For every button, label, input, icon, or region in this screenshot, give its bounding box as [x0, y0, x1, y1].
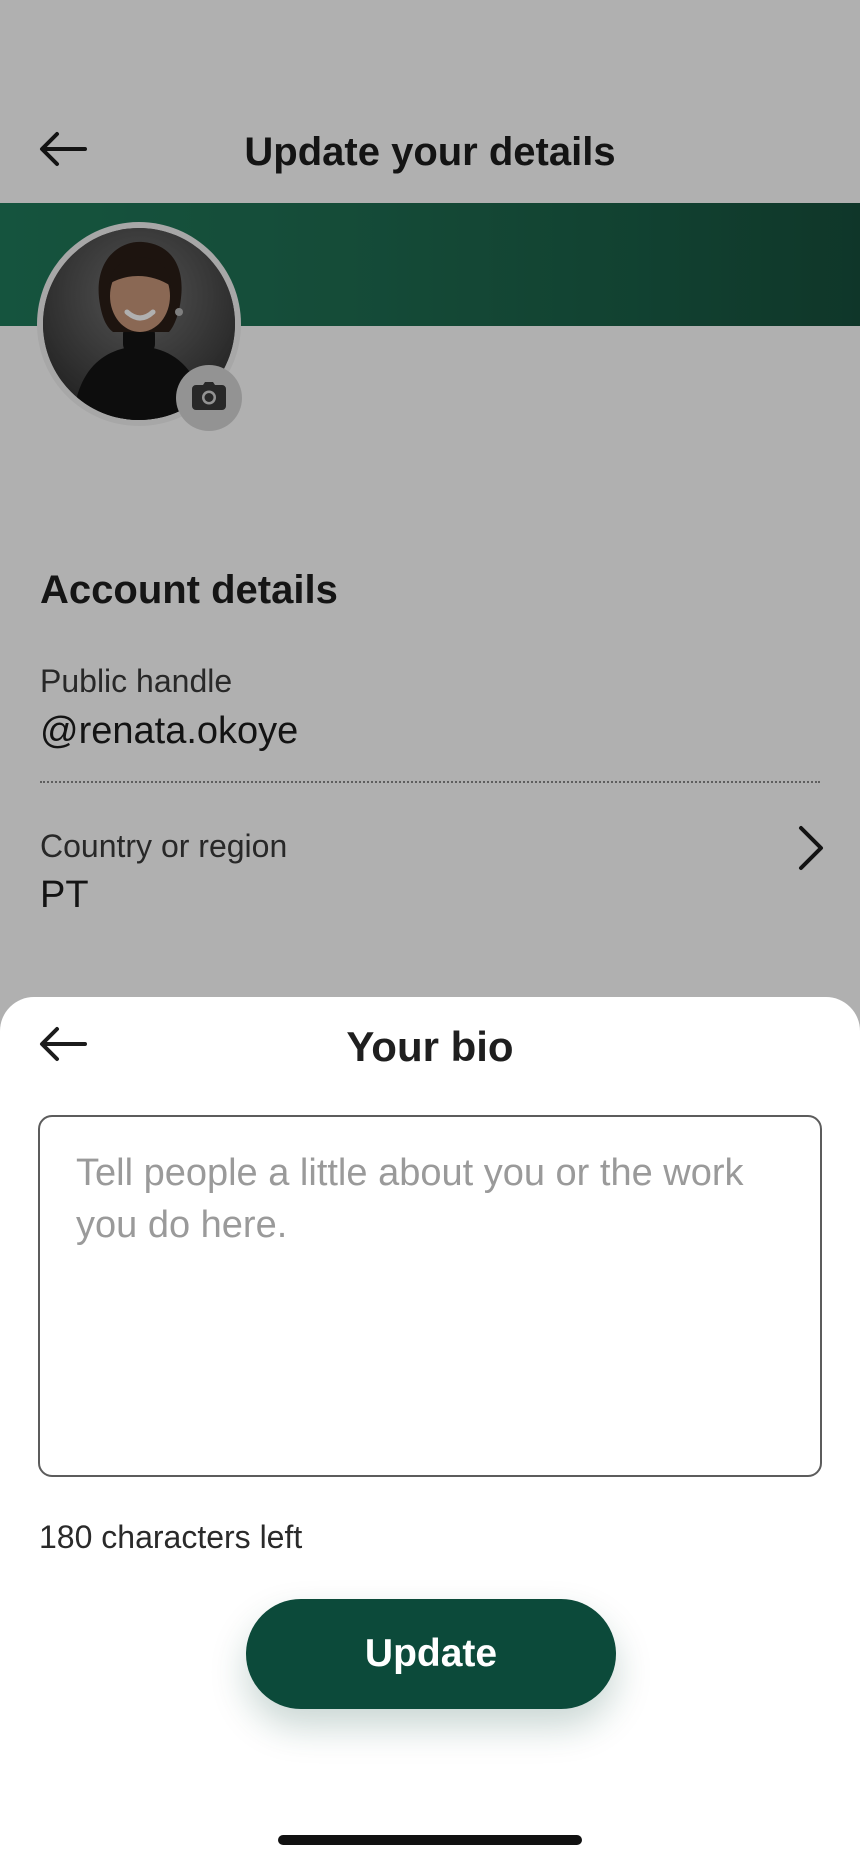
- home-indicator[interactable]: [278, 1835, 582, 1845]
- sheet-title: Your bio: [346, 1023, 514, 1070]
- update-button[interactable]: Update: [246, 1599, 616, 1709]
- bio-bottom-sheet: Your bio 180 characters left Update: [0, 997, 860, 1864]
- characters-left-counter: 180 characters left: [39, 1519, 303, 1555]
- bio-input[interactable]: [38, 1115, 822, 1477]
